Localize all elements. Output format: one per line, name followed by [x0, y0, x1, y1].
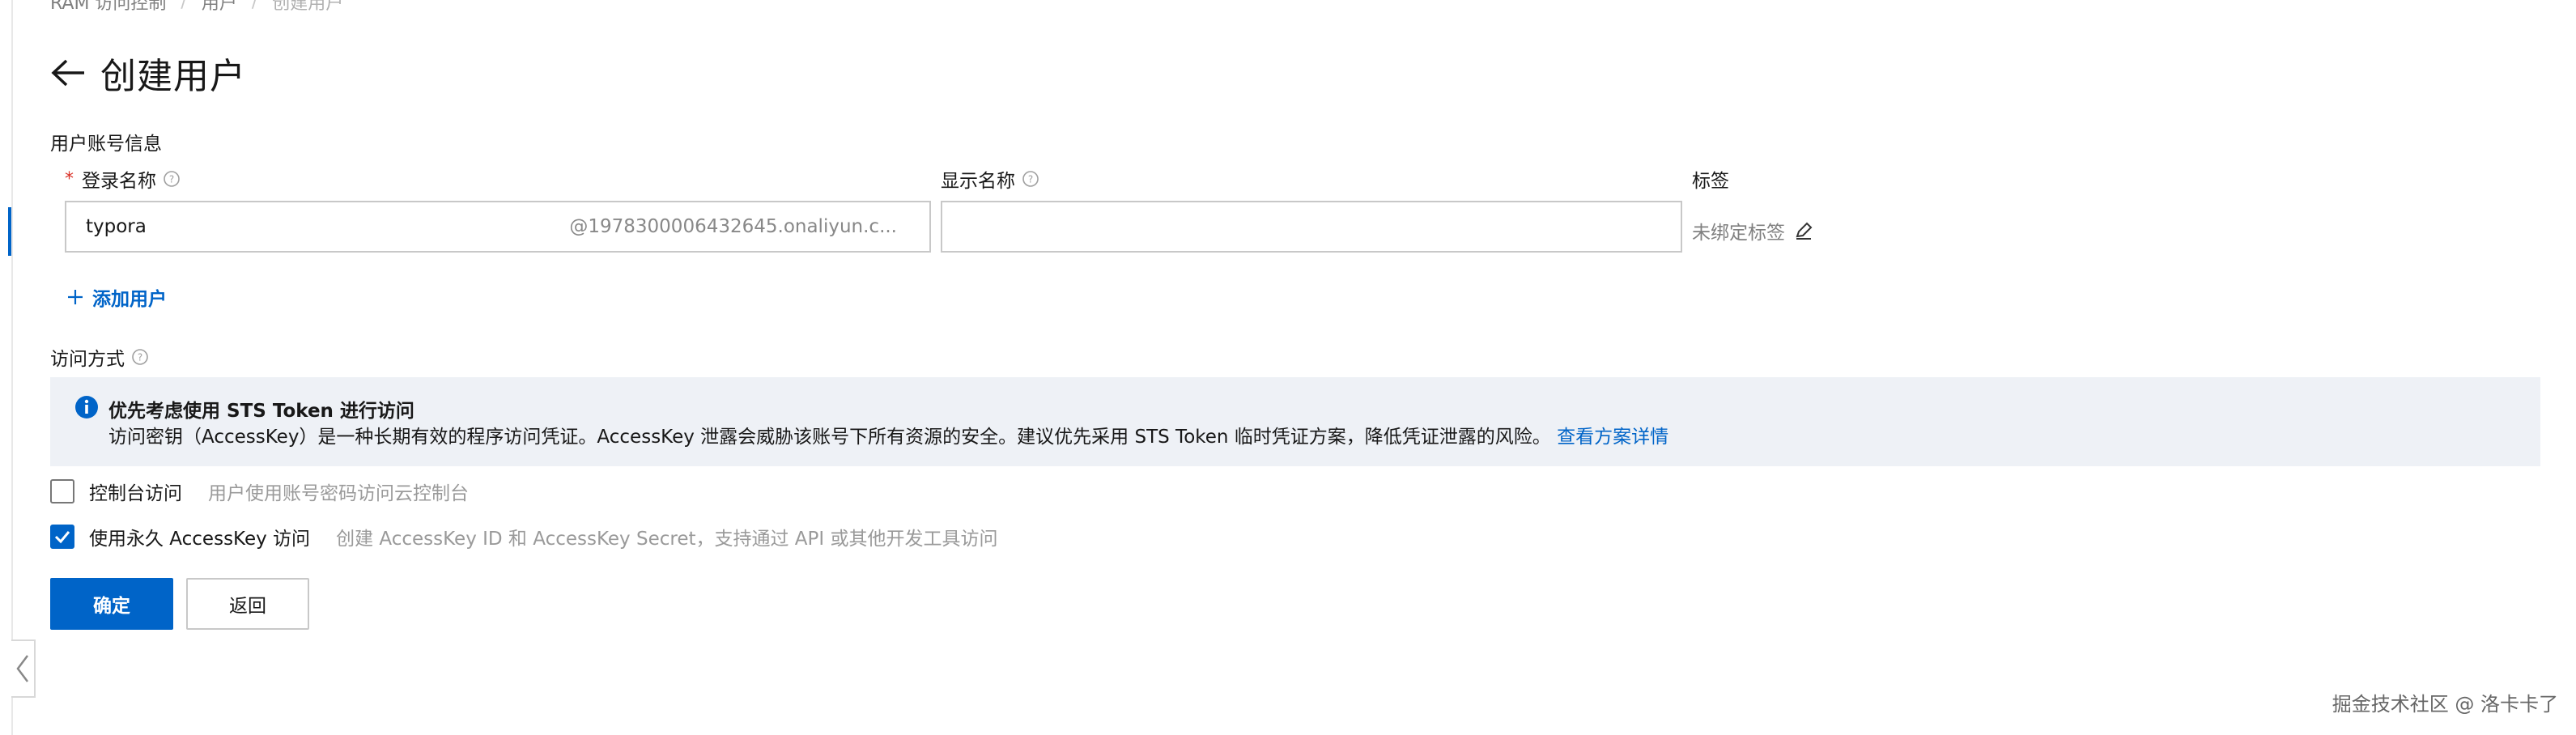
console-access-label[interactable]: 控制台访问	[89, 478, 182, 505]
breadcrumb-separator: /	[181, 0, 187, 12]
watermark: 掘金技术社区 @ 洛卡卡了	[2332, 693, 2558, 716]
tag-label-text: 标签	[1692, 171, 1729, 192]
add-user-button[interactable]: 添加用户	[66, 283, 167, 311]
help-icon[interactable]: ?	[163, 170, 181, 188]
help-icon[interactable]: ?	[1022, 170, 1039, 188]
account-section-label: 用户账号信息	[50, 134, 162, 155]
accesskey-access-checkbox[interactable]	[50, 525, 74, 549]
breadcrumb: RAM 访问控制 / 用户 / 创建用户	[50, 0, 343, 15]
confirm-button[interactable]: 确定	[50, 578, 173, 630]
accesskey-access-description: 创建 AccessKey ID 和 AccessKey Secret，支持通过 …	[336, 529, 998, 550]
tag-label: 标签	[1692, 165, 1729, 193]
edit-icon[interactable]	[1793, 220, 1814, 241]
console-access-description: 用户使用账号密码访问云控制台	[208, 483, 469, 504]
login-name-value[interactable]: typora	[66, 216, 147, 237]
plus-icon	[68, 290, 83, 304]
side-rail-indicator	[8, 207, 11, 256]
access-method-label-text: 访问方式	[50, 349, 125, 370]
add-user-label: 添加用户	[92, 289, 167, 310]
display-name-label: 显示名称 ?	[941, 165, 1039, 193]
accesskey-access-label[interactable]: 使用永久 AccessKey 访问	[89, 523, 310, 550]
accesskey-access-option[interactable]: 使用永久 AccessKey 访问 创建 AccessKey ID 和 Acce…	[50, 523, 998, 550]
breadcrumb-separator: /	[251, 0, 258, 12]
side-rail	[11, 0, 13, 735]
breadcrumb-item-ram[interactable]: RAM 访问控制	[50, 0, 166, 15]
back-arrow-icon[interactable]	[50, 58, 86, 87]
tag-field: 未绑定标签	[1692, 217, 1814, 244]
display-name-input[interactable]	[941, 201, 1682, 253]
login-name-label: * 登录名称 ?	[65, 165, 181, 193]
required-marker: *	[65, 168, 74, 189]
access-method-label: 访问方式 ?	[50, 343, 149, 371]
page-header: 创建用户	[50, 47, 246, 99]
svg-text:?: ?	[138, 352, 142, 363]
alert-body-text: 访问密钥（AccessKey）是一种长期有效的程序访问凭证。AccessKey …	[108, 427, 1551, 448]
chevron-left-icon	[16, 655, 28, 682]
check-icon	[54, 531, 70, 544]
help-icon[interactable]: ?	[131, 348, 149, 366]
breadcrumb-item-current: 创建用户	[272, 0, 344, 14]
tag-empty-text: 未绑定标签	[1692, 223, 1785, 244]
login-name-domain-suffix: @1978300006432645.onaliyun.c...	[569, 216, 897, 237]
alert-title: 优先考虑使用 STS Token 进行访问	[108, 401, 414, 422]
console-access-checkbox[interactable]	[50, 479, 74, 503]
view-solution-link[interactable]: 查看方案详情	[1557, 427, 1668, 448]
info-icon	[75, 396, 98, 418]
alert-body: 访问密钥（AccessKey）是一种长期有效的程序访问凭证。AccessKey …	[108, 421, 1668, 448]
login-name-label-text: 登录名称	[82, 171, 156, 192]
console-access-option[interactable]: 控制台访问 用户使用账号密码访问云控制台	[50, 478, 469, 505]
breadcrumb-item-users[interactable]: 用户	[202, 0, 237, 15]
svg-text:?: ?	[1028, 174, 1033, 185]
sidebar-collapse-toggle[interactable]	[11, 639, 36, 698]
page-title: 创建用户	[100, 56, 246, 97]
sts-token-alert: 优先考虑使用 STS Token 进行访问 访问密钥（AccessKey）是一种…	[50, 377, 2540, 466]
svg-text:?: ?	[169, 174, 174, 185]
back-button[interactable]: 返回	[186, 578, 309, 630]
login-name-input[interactable]: typora @1978300006432645.onaliyun.c...	[65, 201, 931, 253]
display-name-label-text: 显示名称	[941, 171, 1015, 192]
